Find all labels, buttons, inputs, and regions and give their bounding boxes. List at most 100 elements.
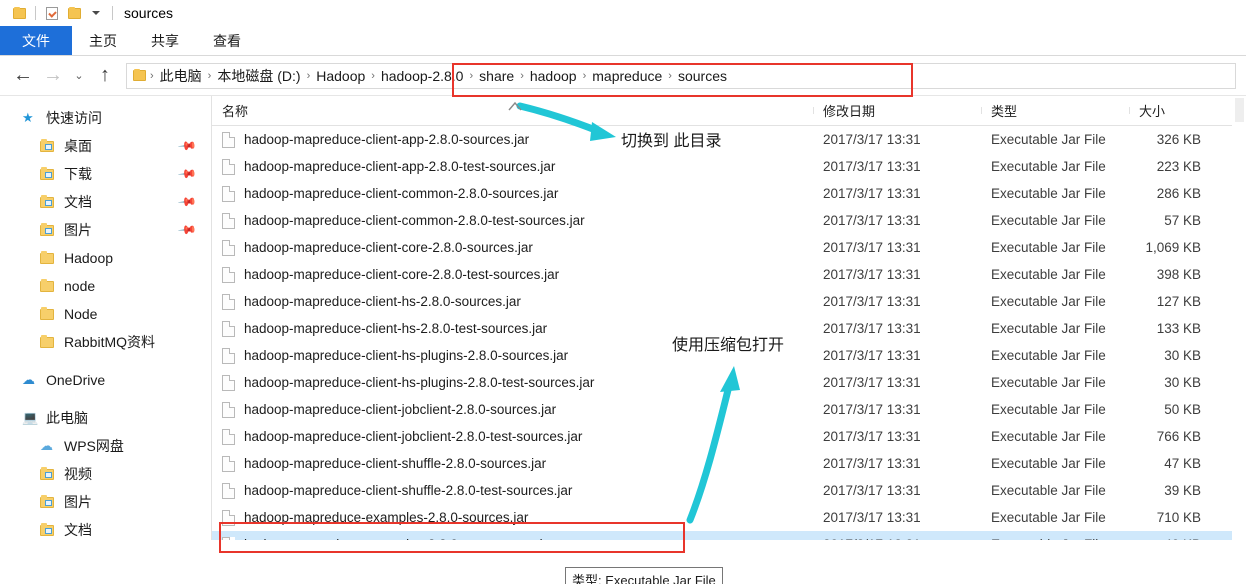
file-type-tooltip: 类型: Executable Jar File	[565, 567, 723, 584]
sidebar-group-onedrive[interactable]: ☁ OneDrive	[0, 366, 211, 394]
file-type-cell: Executable Jar File	[991, 294, 1106, 309]
file-size-cell: 326 KB	[1156, 132, 1201, 147]
pin-icon[interactable]: 📌	[177, 164, 197, 184]
breadcrumb-item-this-pc[interactable]: 此电脑	[155, 66, 207, 86]
column-header-size[interactable]: 大小	[1129, 101, 1229, 120]
sidebar-item-documents[interactable]: 文档 📌	[0, 188, 211, 216]
recent-locations-icon[interactable]: ⌄	[68, 61, 90, 91]
sidebar-item-rabbitmq[interactable]: RabbitMQ资料	[0, 328, 211, 356]
table-row[interactable]: hadoop-mapreduce-client-jobclient-2.8.0-…	[212, 423, 1246, 450]
sidebar-group-this-pc[interactable]: 💻 此电脑	[0, 404, 211, 432]
table-row[interactable]: hadoop-mapreduce-client-hs-plugins-2.8.0…	[212, 369, 1246, 396]
breadcrumb-item-share[interactable]: share	[474, 68, 519, 84]
sidebar-item-pictures[interactable]: 图片 📌	[0, 216, 211, 244]
table-row[interactable]: hadoop-mapreduce-examples-2.8.0-test-sou…	[212, 531, 1246, 540]
jar-file-icon	[222, 212, 235, 229]
breadcrumb-item-hadoop-sub[interactable]: hadoop	[525, 68, 582, 84]
breadcrumb-item-hadoop[interactable]: Hadoop	[311, 68, 370, 84]
breadcrumb-item-local-disk-d[interactable]: 本地磁盘 (D:)	[212, 66, 305, 86]
file-name-cell: hadoop-mapreduce-client-app-2.8.0-test-s…	[212, 158, 813, 175]
sidebar-item-wps-cloud[interactable]: ☁ WPS网盘	[0, 432, 211, 460]
up-button[interactable]: ↑	[90, 61, 120, 91]
pin-icon[interactable]: 📌	[177, 136, 197, 156]
tab-file[interactable]: 文件	[0, 26, 72, 55]
file-type-cell: Executable Jar File	[991, 213, 1106, 228]
table-row[interactable]: hadoop-mapreduce-client-common-2.8.0-tes…	[212, 207, 1246, 234]
scrollbar-thumb[interactable]	[1235, 98, 1244, 122]
breadcrumb-item-mapreduce[interactable]: mapreduce	[587, 68, 667, 84]
tab-share[interactable]: 共享	[134, 26, 196, 55]
table-row[interactable]: hadoop-mapreduce-client-core-2.8.0-sourc…	[212, 234, 1246, 261]
this-pc-icon: 💻	[22, 410, 39, 425]
sidebar-item-desktop[interactable]: 桌面 📌	[0, 132, 211, 160]
folder-videos-icon	[40, 467, 58, 480]
table-row[interactable]: hadoop-mapreduce-examples-2.8.0-sources.…	[212, 504, 1246, 531]
file-name-cell: hadoop-mapreduce-client-app-2.8.0-source…	[212, 131, 813, 148]
table-row[interactable]: hadoop-mapreduce-client-common-2.8.0-sou…	[212, 180, 1246, 207]
folder-documents-icon	[40, 195, 58, 208]
sidebar-item-label: node	[64, 278, 96, 294]
column-header-name[interactable]: 名称	[212, 101, 813, 120]
file-name-label: hadoop-mapreduce-client-shuffle-2.8.0-so…	[244, 456, 547, 471]
explorer-body: ★ 快速访问 桌面 📌 下载 📌 文档 📌 图片 📌 Hadoop node N…	[0, 96, 1246, 540]
sidebar-item-videos[interactable]: 视频	[0, 460, 211, 488]
tab-view[interactable]: 查看	[196, 26, 258, 55]
tab-home[interactable]: 主页	[72, 26, 134, 55]
jar-file-icon	[222, 482, 235, 499]
back-button[interactable]: ←	[8, 61, 38, 91]
sidebar-item-label: 桌面	[64, 138, 92, 154]
sidebar-item-hadoop[interactable]: Hadoop	[0, 244, 211, 272]
file-size-cell: 1,069 KB	[1145, 240, 1201, 255]
jar-file-icon	[222, 158, 235, 175]
file-name-cell: hadoop-mapreduce-client-shuffle-2.8.0-te…	[212, 482, 813, 499]
column-header-type[interactable]: 类型	[981, 101, 1129, 120]
forward-button[interactable]: →	[38, 61, 68, 91]
breadcrumb-item-sources[interactable]: sources	[673, 68, 732, 84]
file-name-label: hadoop-mapreduce-client-hs-2.8.0-sources…	[244, 294, 521, 309]
sidebar-item-label: WPS网盘	[64, 438, 124, 454]
address-bar[interactable]: › 此电脑 › 本地磁盘 (D:) › Hadoop › hadoop-2.8.…	[126, 62, 1236, 89]
table-row[interactable]: hadoop-mapreduce-client-hs-2.8.0-sources…	[212, 288, 1246, 315]
sidebar-item-label: RabbitMQ资料	[64, 334, 156, 350]
folder-pictures-icon	[40, 495, 58, 508]
divider	[112, 6, 113, 20]
table-row[interactable]: hadoop-mapreduce-client-shuffle-2.8.0-te…	[212, 477, 1246, 504]
vertical-scrollbar[interactable]	[1232, 96, 1246, 540]
table-row[interactable]: hadoop-mapreduce-client-core-2.8.0-test-…	[212, 261, 1246, 288]
folder-documents-icon	[40, 523, 58, 536]
pin-icon[interactable]: 📌	[177, 220, 197, 240]
sidebar-item-pictures-pc[interactable]: 图片	[0, 488, 211, 516]
jar-file-icon	[222, 347, 235, 364]
navigation-pane: ★ 快速访问 桌面 📌 下载 📌 文档 📌 图片 📌 Hadoop node N…	[0, 96, 212, 540]
pin-icon[interactable]: 📌	[177, 192, 197, 212]
sidebar-item-node-lower[interactable]: node	[0, 272, 211, 300]
file-date-cell: 2017/3/17 13:31	[823, 456, 921, 471]
table-row[interactable]: hadoop-mapreduce-client-shuffle-2.8.0-so…	[212, 450, 1246, 477]
file-list-pane: 名称 修改日期 类型 大小 hadoop-mapreduce-client-ap…	[212, 96, 1246, 540]
table-row[interactable]: hadoop-mapreduce-client-jobclient-2.8.0-…	[212, 396, 1246, 423]
sidebar-item-node-upper[interactable]: Node	[0, 300, 211, 328]
table-row[interactable]: hadoop-mapreduce-client-app-2.8.0-source…	[212, 126, 1246, 153]
folder-icon[interactable]	[8, 3, 30, 23]
file-name-label: hadoop-mapreduce-client-app-2.8.0-source…	[244, 132, 530, 147]
sidebar-item-downloads[interactable]: 下载 📌	[0, 160, 211, 188]
file-size-cell: 30 KB	[1164, 375, 1201, 390]
column-headers: 名称 修改日期 类型 大小	[212, 96, 1246, 126]
new-folder-icon[interactable]	[63, 3, 85, 23]
folder-desktop-icon	[40, 139, 58, 152]
file-name-cell: hadoop-mapreduce-client-core-2.8.0-sourc…	[212, 239, 813, 256]
sidebar-group-quick-access[interactable]: ★ 快速访问	[0, 104, 211, 132]
jar-file-icon	[222, 401, 235, 418]
file-name-cell: hadoop-mapreduce-client-core-2.8.0-test-…	[212, 266, 813, 283]
file-name-cell: hadoop-mapreduce-examples-2.8.0-test-sou…	[212, 536, 813, 540]
file-type-cell: Executable Jar File	[991, 132, 1106, 147]
file-type-cell: Executable Jar File	[991, 510, 1106, 525]
properties-icon[interactable]	[41, 3, 63, 23]
table-row[interactable]: hadoop-mapreduce-client-app-2.8.0-test-s…	[212, 153, 1246, 180]
breadcrumb-item-hadoop-280[interactable]: hadoop-2.8.0	[376, 68, 469, 84]
column-header-date[interactable]: 修改日期	[813, 101, 981, 120]
sidebar-item-documents-pc[interactable]: 文档	[0, 516, 211, 540]
chevron-down-icon[interactable]	[85, 3, 107, 23]
file-type-cell: Executable Jar File	[991, 429, 1106, 444]
sidebar-item-label: Hadoop	[64, 250, 114, 266]
